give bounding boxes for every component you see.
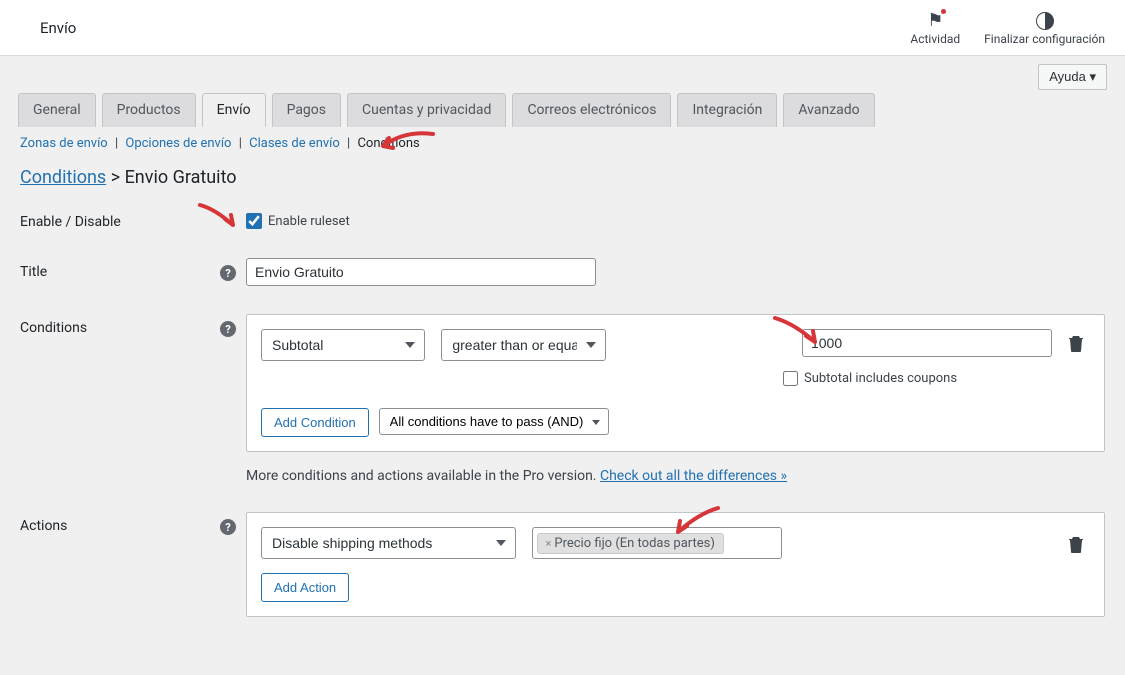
help-button[interactable]: Ayuda ▾ — [1038, 64, 1107, 90]
help-icon[interactable]: ? — [220, 321, 236, 337]
tab-advanced[interactable]: Avanzado — [783, 93, 874, 127]
sublink-options[interactable]: Opciones de envío — [125, 136, 231, 151]
tab-integration[interactable]: Integración — [677, 93, 777, 127]
tab-payments[interactable]: Pagos — [272, 93, 341, 127]
shipping-method-tag[interactable]: × Precio fijo (En todas partes) — [537, 533, 724, 554]
tab-accounts-privacy[interactable]: Cuentas y privacidad — [347, 93, 506, 127]
enable-ruleset-checkbox[interactable] — [246, 213, 262, 229]
actions-label: Actions — [20, 512, 220, 534]
breadcrumb-current: Envio Gratuito — [125, 167, 237, 188]
subtotal-coupons-wrap[interactable]: Subtotal includes coupons — [783, 371, 1052, 386]
breadcrumb: Conditions > Envio Gratuito — [0, 157, 1125, 208]
help-icon[interactable]: ? — [220, 265, 236, 281]
delete-condition-button[interactable] — [1068, 329, 1090, 356]
tab-emails[interactable]: Correos electrónicos — [512, 93, 671, 127]
title-label: Title — [20, 258, 220, 280]
action-type-select[interactable]: Disable shipping methods — [261, 527, 516, 559]
condition-field-select[interactable]: Subtotal — [261, 329, 425, 361]
sublink-classes[interactable]: Clases de envío — [249, 136, 340, 151]
contrast-icon — [1036, 10, 1054, 32]
shipping-methods-tag-input[interactable]: × Precio fijo (En todas partes) — [532, 527, 782, 559]
delete-action-button[interactable] — [1068, 530, 1090, 557]
remove-tag-icon[interactable]: × — [546, 537, 552, 550]
conditions-label: Conditions — [20, 314, 220, 336]
pro-version-note: More conditions and actions available in… — [246, 468, 1105, 484]
condition-operator-select[interactable]: greater than or equal — [441, 329, 605, 361]
breadcrumb-parent[interactable]: Conditions — [20, 167, 106, 188]
title-input[interactable] — [246, 258, 596, 286]
sublink-zones[interactable]: Zonas de envío — [20, 136, 108, 151]
page-heading: Envío — [20, 19, 76, 37]
shipping-method-tag-text: Precio fijo (En todas partes) — [554, 536, 715, 551]
activity-label: Actividad — [910, 32, 960, 46]
subtotal-coupons-text: Subtotal includes coupons — [804, 371, 957, 386]
shipping-sublinks: Zonas de envío | Opciones de envío | Cla… — [0, 126, 1125, 157]
sublink-conditions[interactable]: Conditions — [357, 136, 419, 151]
actions-panel: Disable shipping methods × Precio fijo (… — [246, 512, 1105, 617]
activity-button[interactable]: ⚑ Actividad — [910, 10, 960, 46]
conditions-logic-select[interactable]: All conditions have to pass (AND) — [379, 408, 609, 435]
finish-setup-button[interactable]: Finalizar configuración — [984, 10, 1105, 46]
help-icon[interactable]: ? — [220, 519, 236, 535]
add-action-button[interactable]: Add Action — [261, 573, 349, 602]
tab-shipping[interactable]: Envío — [202, 93, 266, 127]
settings-tabs: General Productos Envío Pagos Cuentas y … — [0, 92, 1125, 126]
subtotal-coupons-checkbox[interactable] — [783, 371, 798, 386]
finish-setup-label: Finalizar configuración — [984, 32, 1105, 46]
trash-icon — [1068, 535, 1084, 553]
pro-differences-link[interactable]: Check out all the differences » — [600, 468, 787, 484]
conditions-panel: Subtotal greater than or equal — [246, 314, 1105, 452]
tab-products[interactable]: Productos — [102, 93, 196, 127]
flag-icon: ⚑ — [927, 10, 943, 32]
enable-label: Enable / Disable — [20, 208, 220, 230]
enable-ruleset-text: Enable ruleset — [268, 214, 350, 229]
condition-value-input[interactable] — [802, 329, 1052, 357]
add-condition-button[interactable]: Add Condition — [261, 408, 369, 437]
trash-icon — [1068, 334, 1084, 352]
enable-ruleset-wrap[interactable]: Enable ruleset — [246, 208, 1105, 229]
tab-general[interactable]: General — [18, 93, 96, 127]
